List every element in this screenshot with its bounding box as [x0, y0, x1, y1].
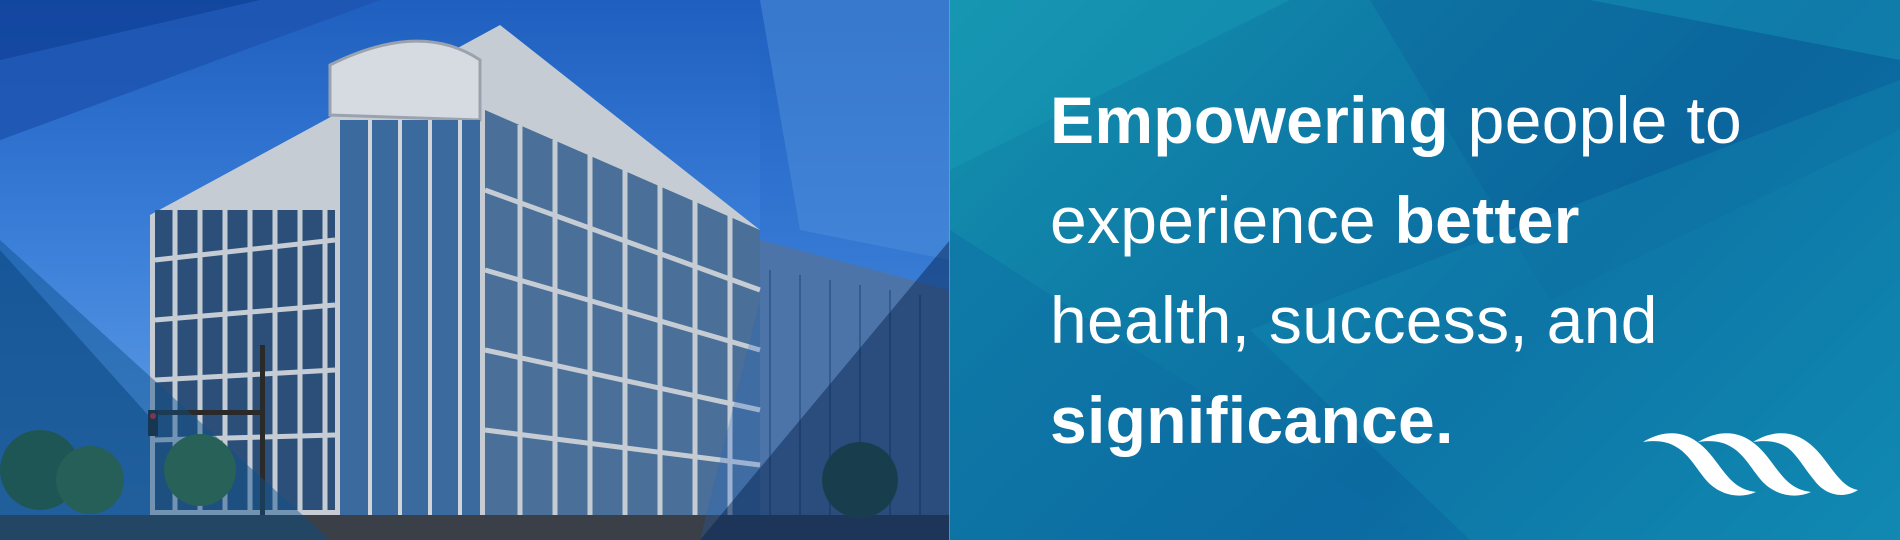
building-illustration	[0, 0, 950, 540]
headline-line-2: experience better	[1050, 170, 1850, 270]
headline-line-3: health, success, and	[1050, 283, 1658, 357]
building-photo	[0, 0, 950, 540]
wave-logo-icon	[1643, 433, 1858, 496]
headline-bold-better: better	[1394, 183, 1580, 257]
headline-bold-empowering: Empowering	[1050, 83, 1450, 157]
headline-text: experience	[1050, 183, 1395, 257]
tagline-headline: Empowering people to experience better h…	[1050, 70, 1850, 470]
headline-text: people to	[1449, 83, 1742, 157]
headline-bold-significance: significance.	[1050, 383, 1454, 457]
hero-banner: Empowering people to experience better h…	[0, 0, 1900, 540]
headline-line-1: Empowering people to	[1050, 70, 1850, 170]
